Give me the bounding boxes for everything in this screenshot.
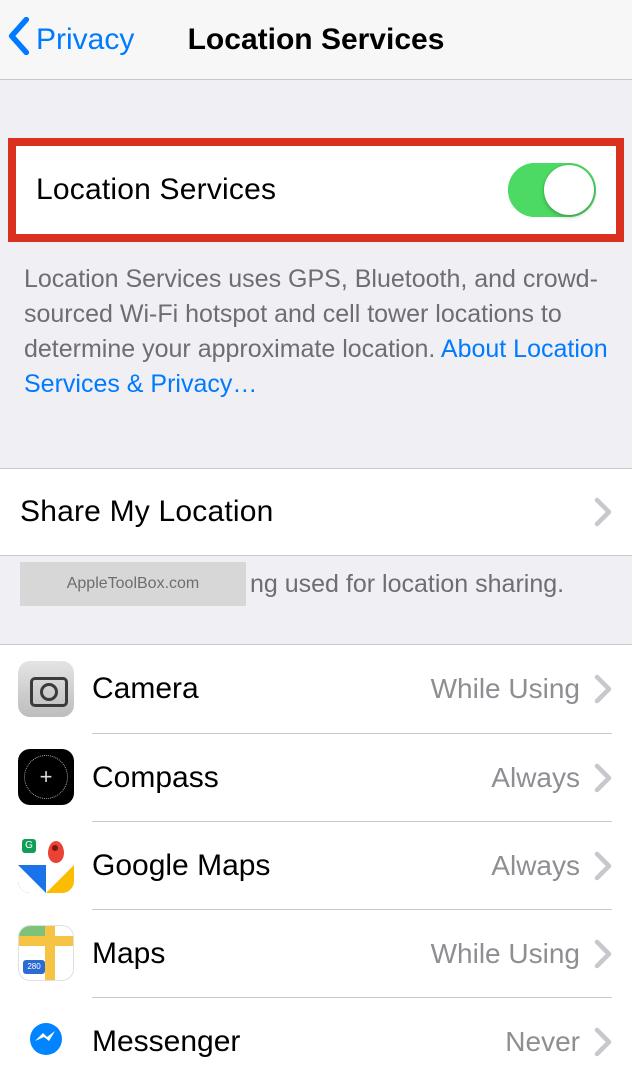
- location-services-toggle[interactable]: [508, 163, 596, 217]
- app-status: Always: [491, 850, 580, 882]
- chevron-right-icon: [594, 851, 612, 881]
- share-footer-text: ng used for location sharing.: [250, 570, 564, 599]
- app-name: Maps: [92, 937, 431, 971]
- chevron-left-icon: [8, 17, 36, 63]
- app-name: Messenger: [92, 1025, 505, 1059]
- google-maps-icon: G: [18, 837, 74, 893]
- navbar: Privacy Location Services: [0, 0, 632, 80]
- messenger-icon: [18, 1013, 74, 1069]
- app-name: Google Maps: [92, 849, 491, 883]
- app-list: Camera While Using Compass Always G Goog…: [0, 644, 632, 1085]
- highlight-box: Location Services: [8, 138, 624, 242]
- app-row-messenger[interactable]: Messenger Never: [0, 997, 632, 1085]
- maps-icon: 280: [18, 925, 74, 981]
- app-row-camera[interactable]: Camera While Using: [0, 645, 632, 733]
- share-my-location-row[interactable]: Share My Location: [0, 468, 632, 556]
- app-status: Always: [491, 762, 580, 794]
- toggle-knob: [544, 165, 594, 215]
- compass-icon: [18, 749, 74, 805]
- share-my-location-label: Share My Location: [20, 495, 594, 529]
- app-row-google-maps[interactable]: G Google Maps Always: [0, 821, 632, 909]
- location-services-label: Location Services: [36, 173, 508, 207]
- location-services-row[interactable]: Location Services: [16, 146, 616, 234]
- chevron-right-icon: [594, 674, 612, 704]
- spacer: [0, 80, 632, 138]
- app-name: Compass: [92, 761, 491, 795]
- back-label: Privacy: [36, 23, 134, 57]
- app-status: Never: [505, 1026, 580, 1058]
- camera-icon: [18, 661, 74, 717]
- watermark: AppleToolBox.com: [20, 562, 246, 606]
- app-status: While Using: [431, 938, 580, 970]
- chevron-right-icon: [594, 939, 612, 969]
- chevron-right-icon: [594, 497, 612, 527]
- app-row-compass[interactable]: Compass Always: [0, 733, 632, 821]
- app-name: Camera: [92, 672, 431, 706]
- app-row-maps[interactable]: 280 Maps While Using: [0, 909, 632, 997]
- location-services-description: Location Services uses GPS, Bluetooth, a…: [0, 246, 632, 438]
- back-button[interactable]: Privacy: [8, 17, 134, 63]
- app-status: While Using: [431, 673, 580, 705]
- chevron-right-icon: [594, 1027, 612, 1057]
- chevron-right-icon: [594, 763, 612, 793]
- share-footer: AppleToolBox.com ng used for location sh…: [0, 556, 632, 624]
